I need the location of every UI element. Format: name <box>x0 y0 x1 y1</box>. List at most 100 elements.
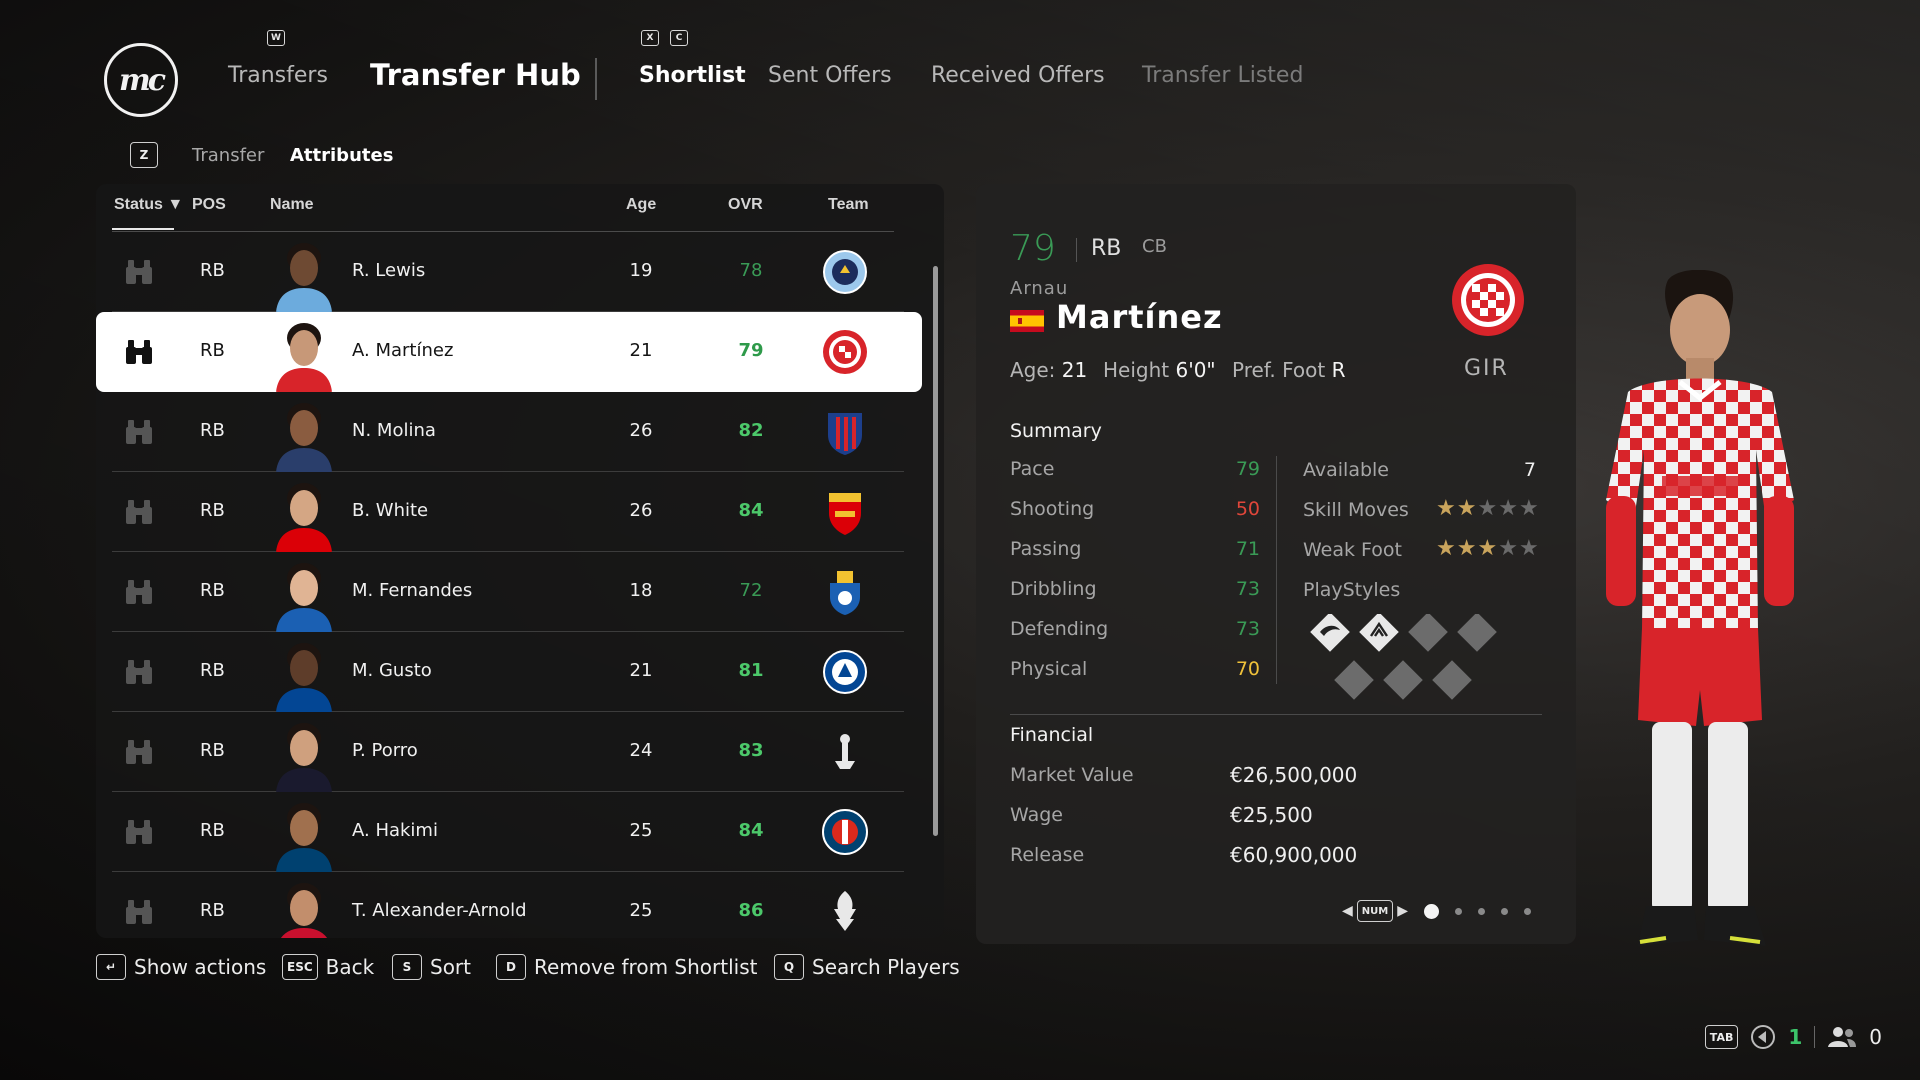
page-dot[interactable] <box>1524 907 1532 915</box>
binoculars-icon[interactable] <box>124 898 154 926</box>
star-empty-icon: ★ <box>1498 496 1518 521</box>
page-dot[interactable] <box>1424 903 1440 919</box>
esc-key-icon: ESC <box>282 954 318 980</box>
table-row[interactable]: RB A. Hakimi 25 84 <box>112 792 904 872</box>
attribute-stats: Pace 79 Shooting 50 Passing 71 Dribbling 73 Defe… <box>1010 458 1260 698</box>
table-row[interactable]: RB M. Gusto 21 81 <box>112 632 904 712</box>
player-portrait <box>276 803 332 872</box>
fc-porto-crest <box>830 571 860 615</box>
key-hint-w: W <box>267 30 285 46</box>
binoculars-icon[interactable] <box>124 658 154 686</box>
star-empty-icon: ★ <box>1518 536 1539 561</box>
row-ovr: 81 <box>738 660 764 681</box>
table-row[interactable]: RB R. Lewis 19 78 <box>112 232 904 312</box>
row-age: 18 <box>629 580 653 601</box>
row-position: RB <box>200 900 225 921</box>
row-position: RB <box>200 660 225 681</box>
binoculars-icon[interactable] <box>124 338 154 366</box>
nav-transfers[interactable]: Transfers <box>228 63 328 88</box>
spain-flag-icon <box>1010 310 1044 332</box>
financial-divider <box>1010 714 1542 715</box>
wage-label: Wage <box>1010 804 1063 826</box>
page-dot[interactable] <box>1501 907 1509 915</box>
page-dot[interactable] <box>1455 907 1463 915</box>
playstyle-anticipate-icon[interactable] <box>1359 614 1399 652</box>
table-row[interactable]: RB T. Alexander-Arnold 25 86 <box>112 872 904 938</box>
row-age: 21 <box>629 340 653 361</box>
row-player-name: A. Hakimi <box>352 820 438 841</box>
column-header-ovr[interactable]: OVR <box>728 196 763 214</box>
mc-logo[interactable]: mc <box>104 43 178 117</box>
column-header-pos[interactable]: POS <box>192 196 226 214</box>
ovr-divider <box>1076 238 1077 262</box>
star-filled-icon: ★ <box>1436 496 1456 521</box>
player-position: RB <box>1091 236 1122 261</box>
skill-moves-label: Skill Moves <box>1303 499 1409 521</box>
row-player-name: P. Porro <box>352 740 418 761</box>
column-header-status[interactable]: Status ▼ <box>114 196 183 214</box>
column-header-age[interactable]: Age <box>626 196 656 214</box>
s-key-icon: S <box>392 954 422 980</box>
back-button[interactable]: ESC Back <box>282 954 374 980</box>
tab-sent-offers[interactable]: Sent Offers <box>768 63 892 88</box>
scrollbar-thumb[interactable] <box>933 266 938 836</box>
manchester-city-crest <box>823 250 867 294</box>
tab-received-offers[interactable]: Received Offers <box>931 63 1105 88</box>
market-value-label: Market Value <box>1010 764 1134 786</box>
table-row[interactable]: RB A. Martínez 21 79 <box>96 312 922 392</box>
table-row[interactable]: RB N. Molina 26 82 <box>112 392 904 472</box>
row-position: RB <box>200 820 225 841</box>
remove-from-shortlist-button[interactable]: D Remove from Shortlist <box>496 954 757 980</box>
column-header-name[interactable]: Name <box>270 196 314 214</box>
friends-count: 0 <box>1869 1025 1882 1049</box>
footer-label: Back <box>325 955 375 979</box>
table-scrollbar[interactable] <box>933 266 938 836</box>
subtab-attributes[interactable]: Attributes <box>290 145 393 166</box>
row-age: 26 <box>629 500 653 521</box>
show-actions-button[interactable]: ↵ Show actions <box>96 954 266 980</box>
sort-button[interactable]: S Sort <box>392 954 471 980</box>
subtab-transfer[interactable]: Transfer <box>192 145 264 166</box>
binoculars-icon[interactable] <box>124 578 154 606</box>
row-player-name: M. Fernandes <box>352 580 473 601</box>
star-filled-icon: ★ <box>1456 496 1477 521</box>
row-player-name: R. Lewis <box>352 260 426 281</box>
binoculars-icon[interactable] <box>124 738 154 766</box>
search-players-button[interactable]: Q Search Players <box>774 954 960 980</box>
age-label: Age: <box>1010 358 1056 382</box>
tab-key-icon[interactable]: TAB <box>1704 1025 1739 1049</box>
friends-icon[interactable] <box>1827 1025 1857 1049</box>
stat-value-dribbling: 73 <box>1235 578 1260 600</box>
playstyle-empty-slot <box>1408 614 1448 652</box>
row-ovr: 78 <box>739 260 763 281</box>
playstyle-whipped-pass-icon[interactable] <box>1310 614 1350 652</box>
tab-transfer-listed[interactable]: Transfer Listed <box>1142 63 1303 88</box>
binoculars-icon[interactable] <box>124 818 154 846</box>
chevron-left-icon[interactable]: ◀ <box>1342 903 1353 919</box>
binoculars-icon[interactable] <box>124 498 154 526</box>
foot-label: Pref. Foot <box>1232 358 1326 382</box>
binoculars-icon[interactable] <box>124 418 154 446</box>
notification-icon[interactable] <box>1750 1024 1776 1050</box>
player-foot: Pref. Foot R <box>1232 358 1345 382</box>
available-label: Available <box>1303 459 1390 481</box>
row-age: 25 <box>629 820 653 841</box>
psg-crest <box>822 809 868 855</box>
column-header-team[interactable]: Team <box>828 196 869 214</box>
row-age: 19 <box>629 260 653 281</box>
page-dot[interactable] <box>1478 907 1486 915</box>
table-row[interactable]: RB B. White 26 84 <box>112 472 904 552</box>
tab-shortlist[interactable]: Shortlist <box>639 63 746 88</box>
height-label: Height <box>1103 358 1170 382</box>
page-title: Transfer Hub <box>370 58 581 92</box>
binoculars-icon[interactable] <box>124 258 154 286</box>
table-row[interactable]: RB M. Fernandes 18 72 <box>112 552 904 632</box>
playstyle-empty-slot <box>1334 660 1374 700</box>
row-position: RB <box>200 740 225 761</box>
chevron-right-icon[interactable]: ▶ <box>1397 903 1408 919</box>
row-age: 26 <box>629 420 653 441</box>
star-empty-icon: ★ <box>1498 536 1518 561</box>
q-key-icon: Q <box>774 954 804 980</box>
page-indicator[interactable]: ◀ NUM ▶ <box>1342 900 1532 922</box>
table-row[interactable]: RB P. Porro 24 83 <box>112 712 904 792</box>
